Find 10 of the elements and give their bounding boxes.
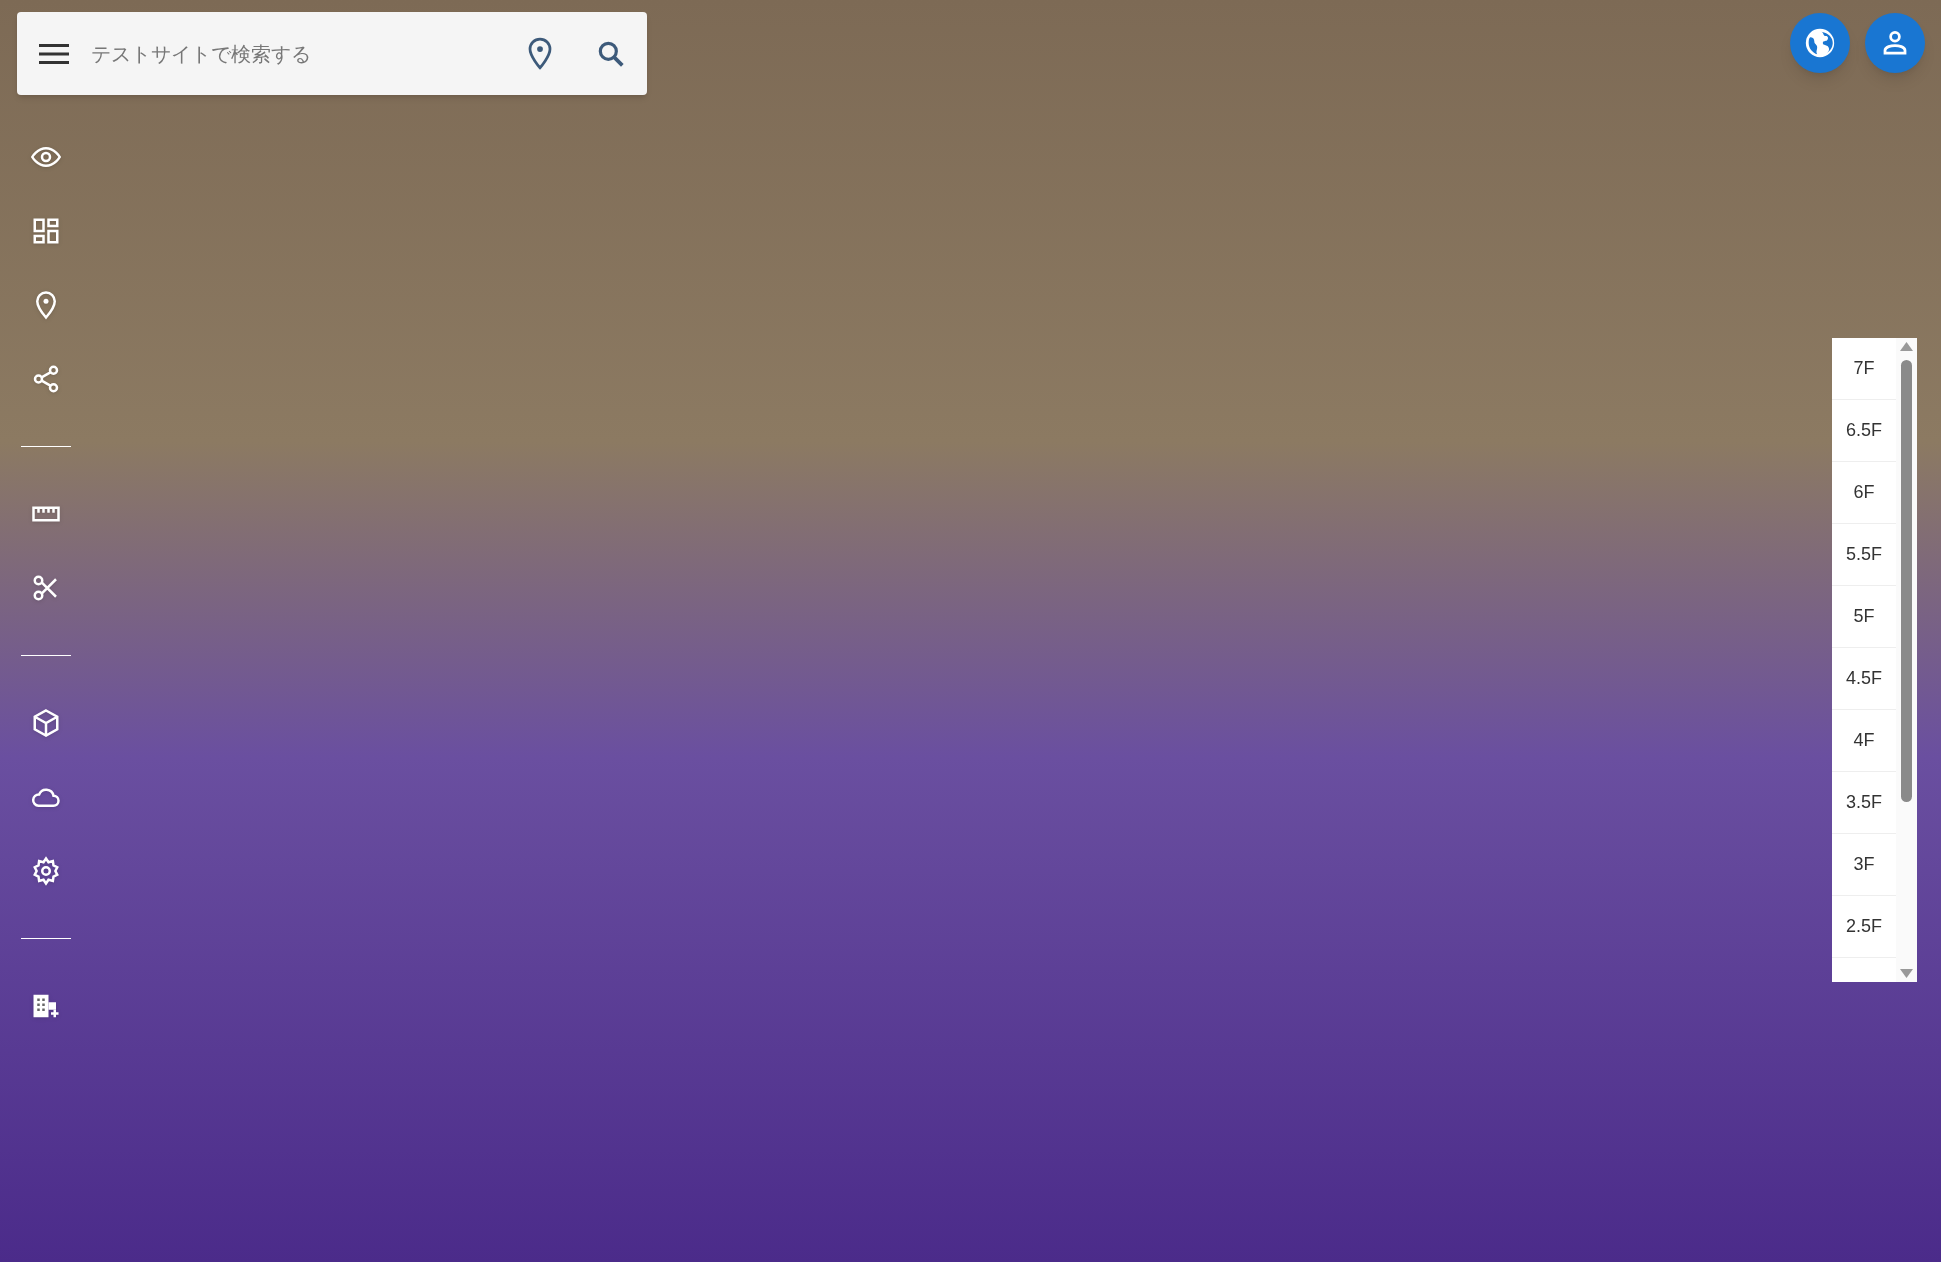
search-field[interactable]: テストサイトで検索する: [91, 38, 505, 69]
scrollbar[interactable]: [1896, 338, 1917, 982]
dashboard-icon[interactable]: [31, 216, 61, 246]
scrollbar-thumb[interactable]: [1901, 360, 1912, 802]
3d-model-viewport[interactable]: [0, 0, 1941, 1262]
share-icon[interactable]: [31, 364, 61, 394]
cube-icon[interactable]: [31, 708, 61, 738]
scroll-down-arrow-icon[interactable]: [1900, 969, 1913, 978]
settings-icon[interactable]: [31, 856, 61, 886]
scroll-up-arrow-icon[interactable]: [1900, 342, 1913, 351]
